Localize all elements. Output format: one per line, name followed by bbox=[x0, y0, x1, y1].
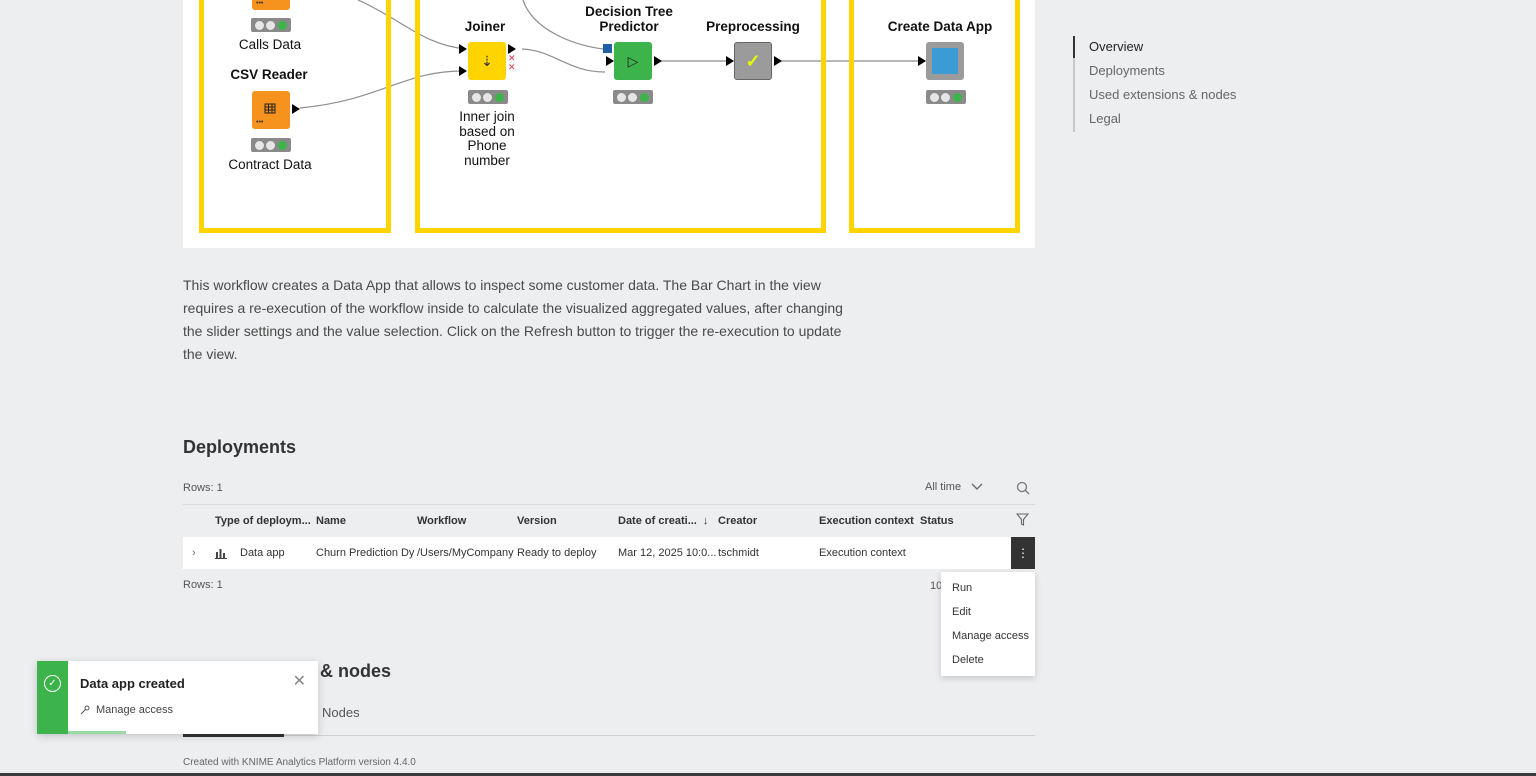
footer-version: Created with KNIME Analytics Platform ve… bbox=[183, 757, 416, 768]
annotation-box-data-app bbox=[849, 0, 1020, 233]
search-icon bbox=[1016, 481, 1030, 495]
filter-icon bbox=[1015, 513, 1030, 526]
cell-creator: tschmidt bbox=[718, 547, 759, 559]
calls-reader-node-icon[interactable]: ••• bbox=[252, 0, 290, 10]
data-app-icon bbox=[215, 549, 227, 559]
rows-count-bottom: Rows: 1 bbox=[183, 579, 223, 591]
annotation-box-readers bbox=[199, 0, 391, 233]
extensions-heading: & nodes bbox=[320, 661, 392, 681]
search-button[interactable] bbox=[1016, 481, 1030, 500]
joiner-in-port-2[interactable] bbox=[459, 66, 467, 76]
preprocessing-out-port[interactable] bbox=[774, 56, 782, 66]
menu-item-edit[interactable]: Edit bbox=[941, 600, 1035, 624]
menu-item-delete[interactable]: Delete bbox=[941, 648, 1035, 672]
cell-date: Mar 12, 2025 10:0... bbox=[618, 547, 717, 559]
row-actions-button[interactable]: ⋮ bbox=[1011, 537, 1035, 569]
col-header-workflow[interactable]: Workflow bbox=[417, 515, 517, 527]
col-header-date-label: Date of creati... bbox=[618, 515, 697, 527]
sort-desc-icon: ↓ bbox=[702, 515, 709, 527]
nav-item-deployments[interactable]: Deployments bbox=[1089, 60, 1236, 84]
csv-reader-caption: Contract Data bbox=[228, 157, 312, 172]
calls-reader-caption: Calls Data bbox=[238, 37, 302, 52]
data-app-title: Create Data App bbox=[887, 19, 993, 34]
data-app-in-port[interactable] bbox=[918, 56, 926, 66]
toast-title: Data app created bbox=[80, 676, 185, 691]
cell-workflow[interactable]: /Users/MyCompany bbox=[417, 547, 517, 559]
decision-tree-model-port[interactable] bbox=[603, 44, 612, 53]
cell-exec-context: Execution context bbox=[819, 547, 906, 559]
filter-button[interactable] bbox=[1015, 513, 1035, 529]
col-header-status[interactable]: Status bbox=[920, 515, 1000, 527]
more-icon: ⋮ bbox=[1017, 546, 1029, 560]
workflow-diagram: ••• Calls Data CSV Reader ••• Contract D… bbox=[183, 0, 1035, 248]
time-filter-label: All time bbox=[925, 481, 962, 493]
chevron-down-icon bbox=[971, 483, 983, 490]
joiner-inactive-ports: ✕ ✕ bbox=[508, 53, 516, 72]
decision-tree-node-icon[interactable]: ▷ bbox=[614, 42, 652, 80]
cell-version: Ready to deploy bbox=[517, 547, 597, 559]
tab-nodes[interactable]: Nodes bbox=[322, 705, 360, 720]
active-indicator bbox=[1073, 36, 1075, 58]
col-header-exec-context[interactable]: Execution context bbox=[819, 515, 920, 527]
menu-item-manage-access[interactable]: Manage access bbox=[941, 624, 1035, 648]
active-tab-underline bbox=[183, 734, 284, 737]
expand-row-button[interactable]: › bbox=[183, 547, 215, 559]
deployments-heading: Deployments bbox=[183, 437, 297, 457]
table-header: Type of deploym... Name Workflow Version… bbox=[183, 504, 1035, 537]
csv-reader-title: CSV Reader bbox=[230, 67, 308, 82]
cell-name[interactable]: Churn Prediction Dy bbox=[316, 547, 417, 559]
col-header-name[interactable]: Name bbox=[316, 515, 417, 527]
toast-link-label: Manage access bbox=[96, 704, 174, 716]
workflow-description: This workflow creates a Data App that al… bbox=[183, 277, 843, 362]
toast-manage-access-link[interactable]: Manage access bbox=[80, 704, 318, 716]
decision-tree-status bbox=[613, 90, 653, 104]
preprocessing-in-port[interactable] bbox=[726, 56, 734, 66]
csv-reader-node-icon[interactable]: ••• bbox=[252, 91, 290, 129]
col-header-date[interactable]: Date of creati... ↓ bbox=[618, 515, 718, 527]
close-icon[interactable]: ✕ bbox=[293, 671, 306, 691]
nav-item-overview[interactable]: Overview bbox=[1089, 36, 1236, 60]
rows-count-top: Rows: 1 bbox=[183, 482, 223, 494]
joiner-node-icon[interactable]: ⇣ bbox=[468, 42, 506, 80]
nav-item-legal[interactable]: Legal bbox=[1089, 108, 1236, 132]
cell-type: Data app bbox=[240, 547, 285, 559]
key-icon bbox=[80, 705, 90, 715]
joiner-status bbox=[468, 90, 508, 104]
success-toast: ✓ Data app created Manage access ✕ bbox=[37, 661, 318, 734]
col-header-type[interactable]: Type of deploym... bbox=[215, 515, 316, 527]
col-header-version[interactable]: Version bbox=[517, 515, 618, 527]
joiner-title: Joiner bbox=[464, 19, 506, 34]
time-filter-dropdown[interactable]: All time bbox=[925, 481, 983, 493]
csv-reader-out-port[interactable] bbox=[292, 104, 300, 114]
check-circle-icon: ✓ bbox=[44, 675, 61, 692]
decision-tree-in-port[interactable] bbox=[606, 56, 614, 66]
toast-timer-progress bbox=[68, 731, 126, 734]
csv-reader-status bbox=[251, 138, 291, 152]
col-header-creator[interactable]: Creator bbox=[718, 515, 819, 527]
data-app-status bbox=[926, 90, 966, 104]
page-outline-nav: Overview Deployments Used extensions & n… bbox=[1073, 36, 1236, 132]
nav-item-extensions[interactable]: Used extensions & nodes bbox=[1089, 84, 1236, 108]
data-app-node-icon[interactable] bbox=[926, 42, 964, 80]
decision-tree-out-port[interactable] bbox=[654, 56, 662, 66]
table-row[interactable]: › Data app Churn Prediction Dy /Users/My… bbox=[183, 537, 1035, 569]
preprocessing-title: Preprocessing bbox=[706, 19, 800, 34]
preprocessing-node-icon[interactable]: ✓ bbox=[734, 42, 772, 80]
decision-tree-title: Decision Tree Predictor bbox=[585, 4, 673, 34]
toast-status-bar: ✓ bbox=[37, 661, 68, 734]
joiner-caption: Inner join based on Phone number bbox=[459, 109, 515, 168]
deployments-table: Type of deploym... Name Workflow Version… bbox=[183, 504, 1035, 569]
table-icon bbox=[264, 103, 276, 114]
row-actions-menu: Run Edit Manage access Delete bbox=[941, 572, 1035, 676]
menu-item-run[interactable]: Run bbox=[941, 576, 1035, 600]
calls-reader-status bbox=[251, 18, 291, 32]
check-icon: ✓ bbox=[745, 50, 761, 71]
joiner-in-port-1[interactable] bbox=[459, 44, 467, 54]
